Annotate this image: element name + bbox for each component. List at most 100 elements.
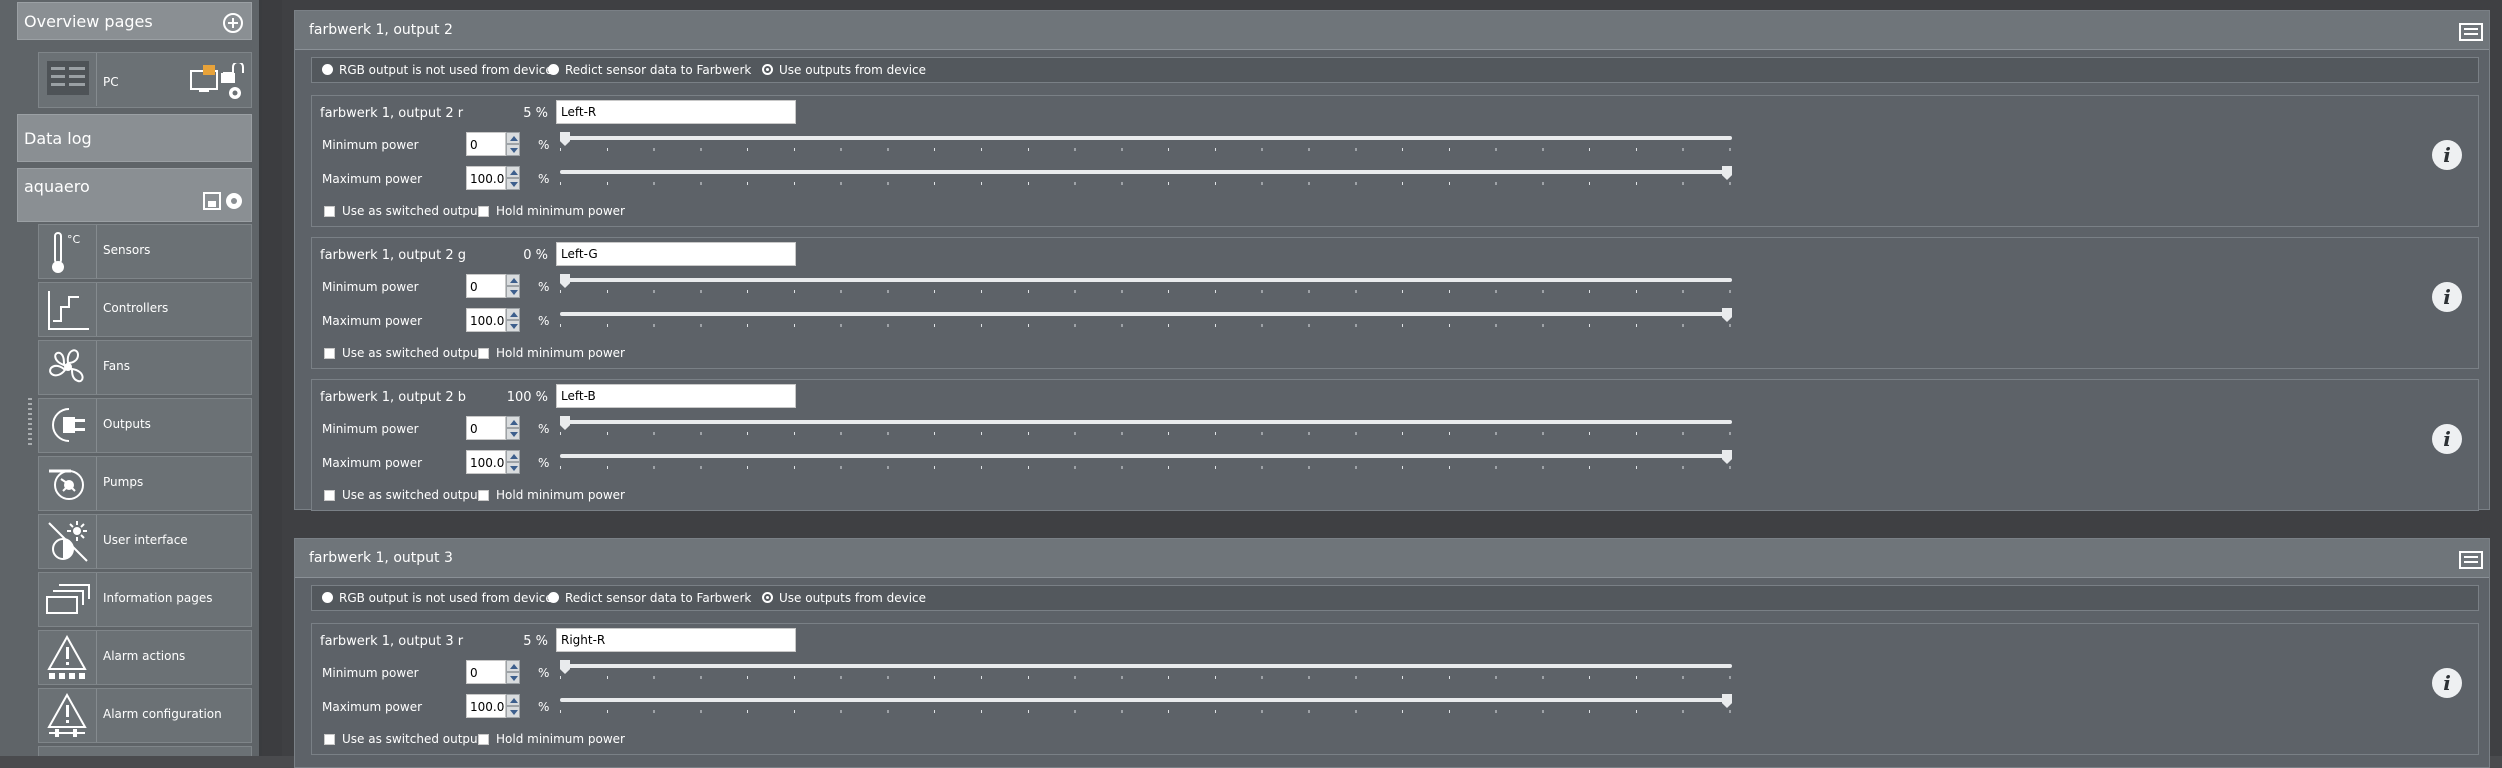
stepper-up-icon[interactable] xyxy=(506,274,520,286)
slider-ticks xyxy=(560,324,1732,327)
max-power-stepper[interactable] xyxy=(506,308,520,332)
min-power-input[interactable]: 0 xyxy=(466,660,506,684)
sidebar-item-sensors[interactable]: °C Sensors xyxy=(38,224,252,279)
data-log-header[interactable]: Data log xyxy=(17,114,252,162)
switched-output-checkbox[interactable] xyxy=(324,734,335,745)
hold-min-power-checkbox[interactable] xyxy=(478,206,489,217)
min-power-stepper[interactable] xyxy=(506,660,520,684)
channel-name-input[interactable] xyxy=(556,628,796,652)
pc-tools-icon[interactable] xyxy=(189,63,249,103)
stepper-down-icon[interactable] xyxy=(506,706,520,718)
max-power-stepper[interactable] xyxy=(506,166,520,190)
stepper-up-icon[interactable] xyxy=(506,132,520,144)
hold-min-power-checkbox[interactable] xyxy=(478,490,489,501)
mode-label: RGB output is not used from device xyxy=(339,591,553,605)
max-power-input[interactable]: 100.0 xyxy=(466,694,506,718)
min-power-stepper[interactable] xyxy=(506,132,520,156)
min-power-slider[interactable] xyxy=(560,132,1732,152)
slider-thumb[interactable] xyxy=(560,660,570,674)
panel-title-bar: farbwerk 1, output 2 xyxy=(295,11,2489,50)
overview-pages-header[interactable]: Overview pages xyxy=(17,2,252,40)
min-power-stepper[interactable] xyxy=(506,274,520,298)
hold-min-power-checkbox[interactable] xyxy=(478,734,489,745)
collapse-panel-icon[interactable] xyxy=(2459,23,2483,41)
switched-output-checkbox[interactable] xyxy=(324,490,335,501)
hold-min-power-checkbox[interactable] xyxy=(478,348,489,359)
channel-name-input[interactable] xyxy=(556,384,796,408)
min-power-slider[interactable] xyxy=(560,660,1732,680)
max-power-slider[interactable] xyxy=(560,450,1732,470)
stepper-up-icon[interactable] xyxy=(506,450,520,462)
mode-radio-not-used[interactable] xyxy=(322,592,333,603)
switched-output-checkbox[interactable] xyxy=(324,206,335,217)
stepper-up-icon[interactable] xyxy=(506,308,520,320)
min-power-input[interactable]: 0 xyxy=(466,416,506,440)
sidebar-item-pc[interactable]: PC xyxy=(38,52,252,108)
stepper-down-icon[interactable] xyxy=(506,178,520,190)
mode-radio-use-outputs[interactable] xyxy=(762,64,773,75)
sidebar-item-information-pages[interactable]: Information pages xyxy=(38,572,252,627)
stepper-down-icon[interactable] xyxy=(506,286,520,298)
collapse-panel-icon[interactable] xyxy=(2459,551,2483,569)
min-power-input[interactable]: 0 xyxy=(466,132,506,156)
slider-thumb[interactable] xyxy=(1722,308,1732,322)
max-power-input[interactable]: 100.0 xyxy=(466,308,506,332)
unit-label: % xyxy=(538,280,550,294)
min-power-slider[interactable] xyxy=(560,416,1732,436)
info-button[interactable]: i xyxy=(2432,282,2462,312)
slider-thumb[interactable] xyxy=(1722,694,1732,708)
pump-icon xyxy=(49,469,84,500)
channel-name-input[interactable] xyxy=(556,242,796,266)
save-settings-icon[interactable] xyxy=(202,191,246,215)
sidebar-item-controllers[interactable]: Controllers xyxy=(38,282,252,337)
min-power-slider[interactable] xyxy=(560,274,1732,294)
max-power-stepper[interactable] xyxy=(506,450,520,474)
info-button[interactable]: i xyxy=(2432,140,2462,170)
add-page-icon[interactable] xyxy=(223,13,243,33)
max-power-slider[interactable] xyxy=(560,694,1732,714)
sidebar-item-alarm-actions[interactable]: Alarm actions xyxy=(38,630,252,685)
stepper-up-icon[interactable] xyxy=(506,166,520,178)
switched-output-checkbox[interactable] xyxy=(324,348,335,359)
info-button[interactable]: i xyxy=(2432,668,2462,698)
min-power-stepper[interactable] xyxy=(506,416,520,440)
slider-thumb[interactable] xyxy=(1722,450,1732,464)
sidebar-item-alarm-configuration[interactable]: Alarm configuration xyxy=(38,688,252,743)
sidebar-splitter[interactable] xyxy=(262,0,282,756)
mode-radio-use-outputs[interactable] xyxy=(762,592,773,603)
sidebar-item-outputs[interactable]: Outputs xyxy=(38,398,252,453)
channel-name-input[interactable] xyxy=(556,100,796,124)
info-button[interactable]: i xyxy=(2432,424,2462,454)
stepper-down-icon[interactable] xyxy=(506,428,520,440)
switched-output-label: Use as switched output xyxy=(342,488,483,502)
slider-thumb[interactable] xyxy=(560,274,570,288)
controller-icon xyxy=(48,291,89,330)
slider-thumb[interactable] xyxy=(1722,166,1732,180)
max-power-input[interactable]: 100.0 xyxy=(466,450,506,474)
mode-radio-redirect[interactable] xyxy=(548,64,559,75)
sidebar-item-user-interface[interactable]: User interface xyxy=(38,514,252,569)
min-power-input[interactable]: 0 xyxy=(466,274,506,298)
stepper-up-icon[interactable] xyxy=(506,416,520,428)
slider-ticks xyxy=(560,182,1732,185)
stepper-down-icon[interactable] xyxy=(506,672,520,684)
drag-handle[interactable] xyxy=(28,398,32,448)
mode-radio-not-used[interactable] xyxy=(322,64,333,75)
mode-radio-redirect[interactable] xyxy=(548,592,559,603)
max-power-slider[interactable] xyxy=(560,166,1732,186)
stepper-down-icon[interactable] xyxy=(506,320,520,332)
max-power-slider[interactable] xyxy=(560,308,1732,328)
slider-thumb[interactable] xyxy=(560,132,570,146)
sidebar-item-fans[interactable]: Fans xyxy=(38,340,252,395)
stepper-down-icon[interactable] xyxy=(506,144,520,156)
sidebar-item-partial[interactable] xyxy=(38,746,252,756)
max-power-label: Maximum power xyxy=(322,700,423,714)
sidebar-item-pumps[interactable]: Pumps xyxy=(38,456,252,511)
stepper-up-icon[interactable] xyxy=(506,660,520,672)
max-power-stepper[interactable] xyxy=(506,694,520,718)
slider-thumb[interactable] xyxy=(560,416,570,430)
stepper-down-icon[interactable] xyxy=(506,462,520,474)
max-power-input[interactable]: 100.0 xyxy=(466,166,506,190)
aquaero-header[interactable]: aquaero xyxy=(17,168,252,222)
stepper-up-icon[interactable] xyxy=(506,694,520,706)
